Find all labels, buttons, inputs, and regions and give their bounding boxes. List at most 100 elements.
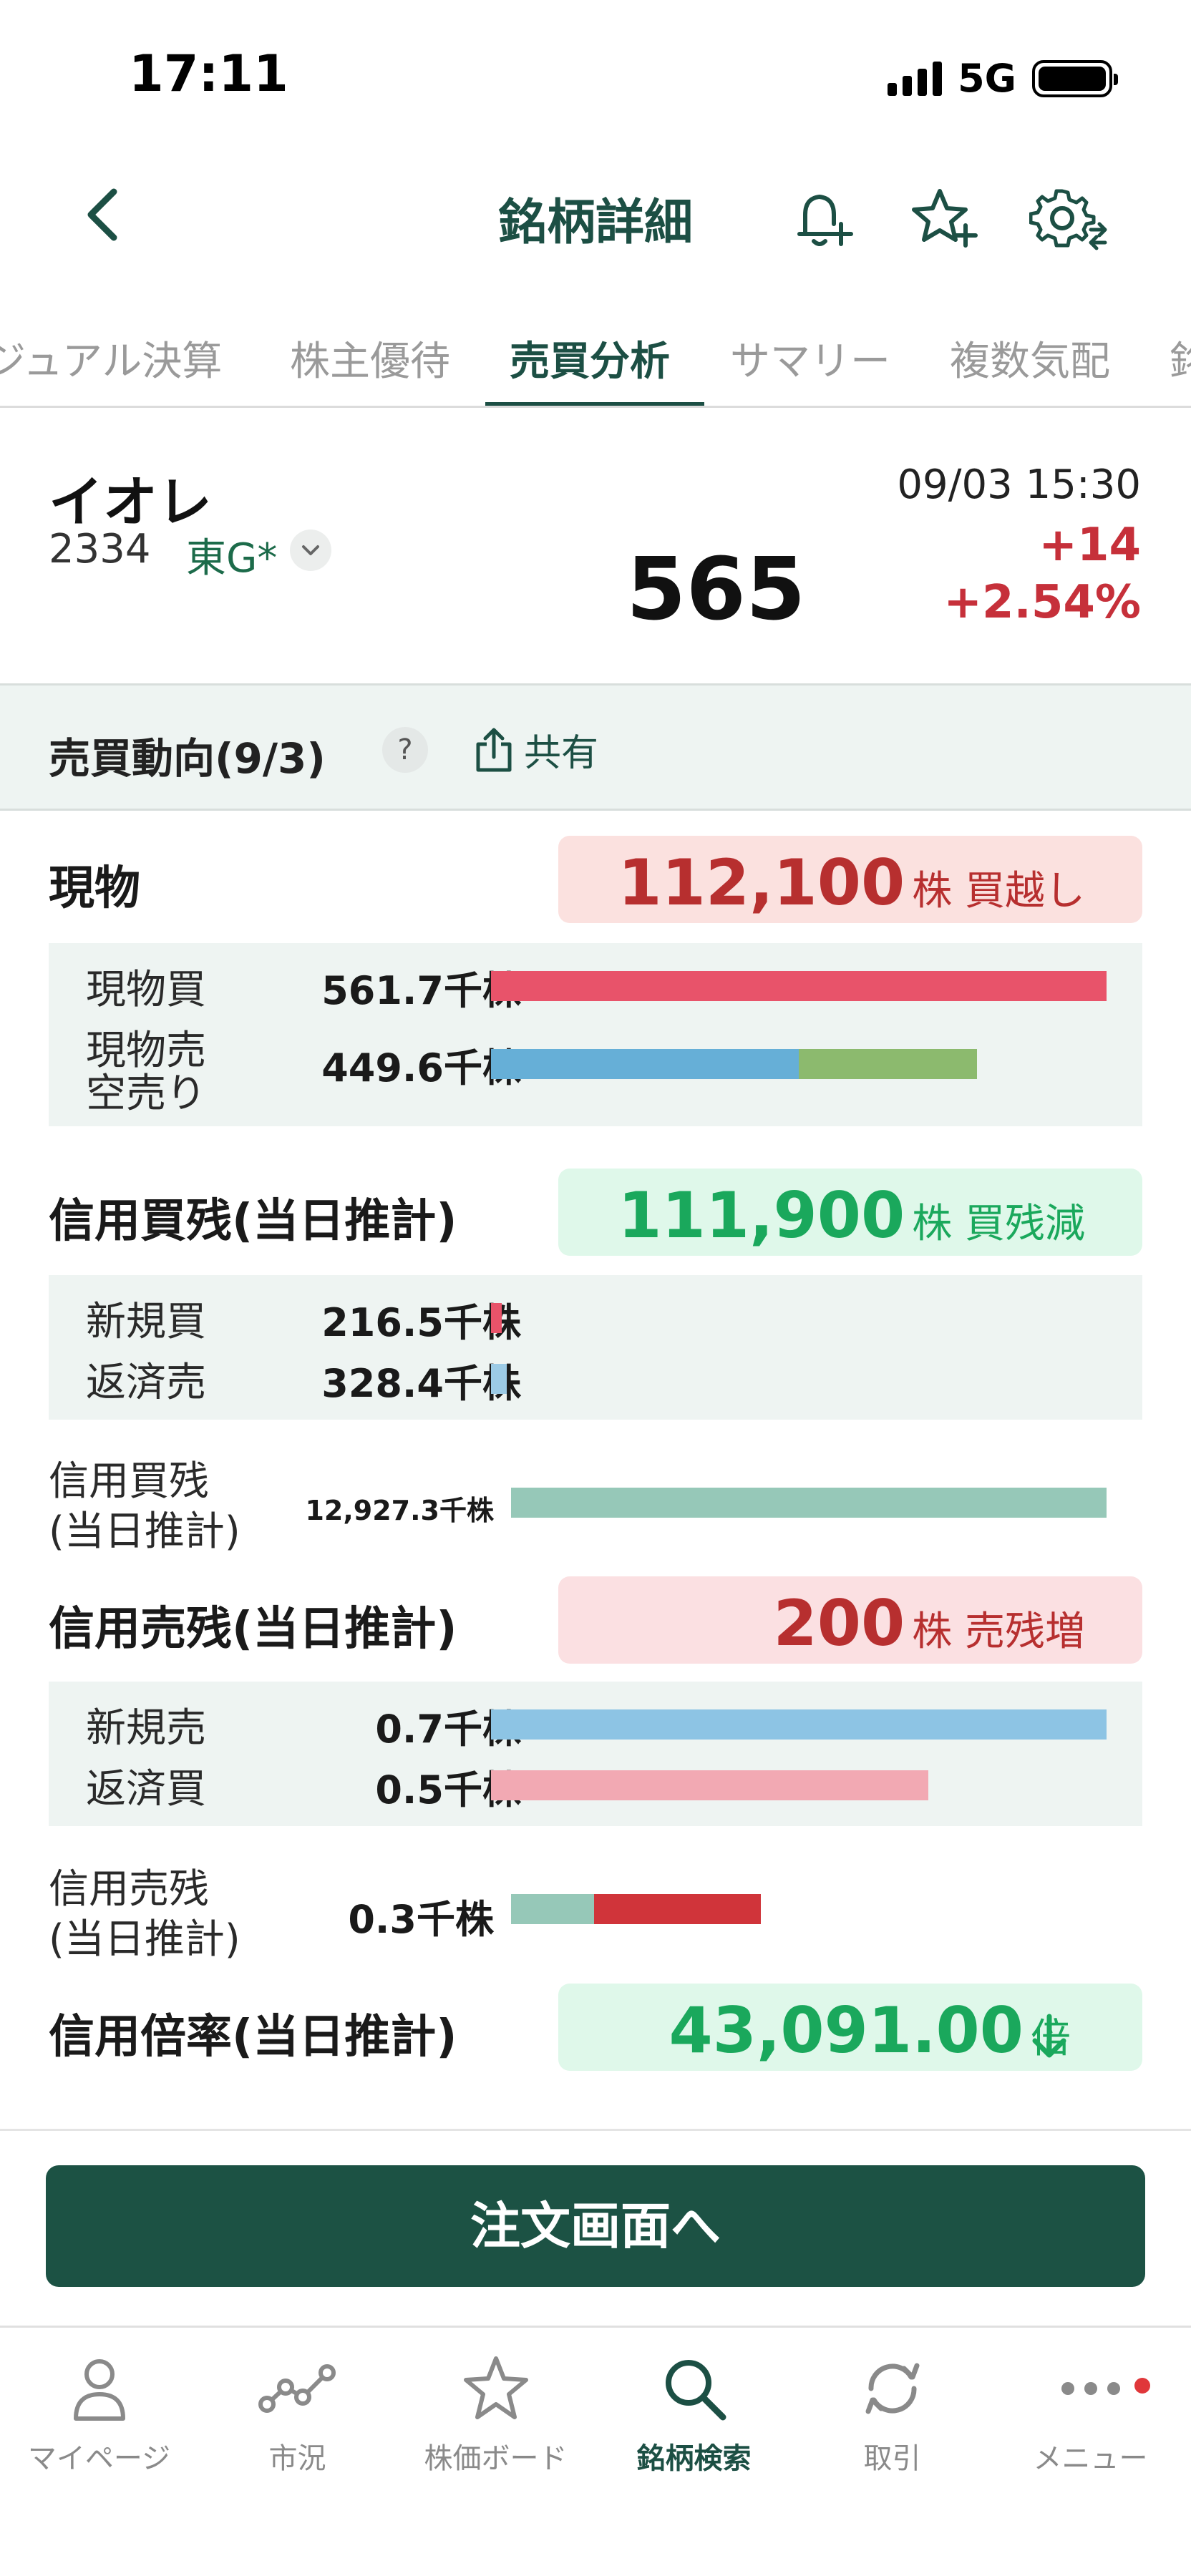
help-icon[interactable]: ? — [382, 727, 428, 773]
margin-sell-prev-balance-bar — [511, 1894, 594, 1924]
margin-new-sell-value: 0.7千株 — [375, 1707, 521, 1752]
stock-market[interactable]: 東G* — [186, 526, 277, 584]
spot-net-value: 112,100 — [618, 846, 905, 919]
arrow-down-icon — [1032, 2014, 1066, 2058]
nav-trade-label: 取引 — [863, 2442, 921, 2475]
stock-name: イオレ — [49, 470, 212, 534]
margin-buy-data-box: 新規買 216.5千株 返済売 328.4千株 — [49, 1275, 1142, 1420]
margin-repay-buy-label: 返済買 — [86, 1766, 206, 1813]
margin-sell-balance-label: 信用売残 — [49, 1866, 209, 1913]
margin-buy-balance-value: 12,927.3千株 — [305, 1495, 494, 1526]
notification-dot — [1134, 2378, 1150, 2394]
margin-buy-balance-label: 信用買残 — [49, 1458, 209, 1505]
spot-sell-bar — [491, 1049, 799, 1079]
margin-sell-balance-value: 0.3千株 — [348, 1897, 494, 1942]
nav-stock-search[interactable]: 銘柄検索 — [595, 2349, 793, 2477]
margin-repay-buy-bar — [491, 1770, 928, 1800]
margin-ratio-title: 信用倍率(当日推計) — [49, 2011, 457, 2064]
price-change: +14 — [1039, 519, 1141, 572]
tab-more[interactable]: 銘 — [1170, 329, 1191, 387]
alert-add-button[interactable] — [780, 179, 859, 258]
bell-plus-icon — [797, 194, 853, 246]
star-icon — [457, 2349, 535, 2428]
nav-stock-board[interactable]: 株価ボード — [397, 2349, 595, 2477]
person-icon — [60, 2349, 139, 2428]
nav-menu-label: メニュー — [1033, 2442, 1148, 2475]
nav-stock-search-label: 銘柄検索 — [636, 2442, 752, 2475]
chevron-down-icon — [302, 545, 319, 555]
bottom-nav: マイページ 市況 株価ボード 銘柄検索 取引 メニュー — [0, 2326, 1191, 2576]
spot-buy-value: 561.7千株 — [321, 968, 521, 1013]
nav-mypage-label: マイページ — [27, 2442, 171, 2475]
margin-new-buy-bar — [491, 1303, 502, 1333]
page-title: 銘柄詳細 — [0, 182, 1191, 253]
margin-sell-change-value: 200 — [773, 1586, 905, 1660]
nav-market[interactable]: 市況 — [198, 2349, 397, 2477]
margin-sell-data-box: 新規売 0.7千株 返済買 0.5千株 — [49, 1682, 1142, 1826]
margin-new-buy-value: 216.5千株 — [321, 1300, 521, 1345]
tab-trade-analysis[interactable]: 売買分析 — [510, 329, 670, 387]
market-select-button[interactable] — [290, 530, 331, 571]
status-bar: 17:11 5G — [0, 0, 1191, 143]
order-area: 注文画面へ — [0, 2129, 1191, 2326]
margin-buy-balance-sublabel: (当日推計) — [49, 1508, 240, 1555]
settings-button[interactable] — [1029, 179, 1108, 258]
margin-ratio-value: 43,091.00 — [669, 1994, 1024, 2067]
nav-market-label: 市況 — [268, 2442, 326, 2475]
quote-datetime: 09/03 15:30 — [897, 462, 1141, 508]
margin-new-sell-label: 新規売 — [86, 1705, 206, 1752]
nav-mypage[interactable]: マイページ — [0, 2349, 198, 2477]
favorite-add-button[interactable] — [903, 179, 982, 258]
nav-trade[interactable]: 取引 — [793, 2349, 991, 2477]
margin-repay-sell-bar — [491, 1364, 507, 1394]
order-screen-button[interactable]: 注文画面へ — [46, 2165, 1145, 2287]
share-icon — [476, 728, 512, 771]
spot-net-badge: 112,100 株 買越し — [558, 836, 1142, 923]
section-title: 売買動向(9/3) — [49, 734, 326, 783]
status-time: 17:11 — [129, 44, 288, 103]
stock-price: 565 — [626, 540, 806, 640]
nav-menu[interactable]: メニュー — [991, 2349, 1190, 2477]
tab-shareholder-benefits[interactable]: 株主優待 — [290, 329, 450, 387]
spot-data-box: 現物買 561.7千株 現物売 空売り 449.6千株 — [49, 943, 1142, 1126]
margin-sell-balance-sublabel: (当日推計) — [49, 1916, 240, 1963]
more-dots-icon — [1051, 2349, 1130, 2428]
gear-icon — [1029, 189, 1107, 250]
margin-new-sell-bar — [491, 1709, 1107, 1740]
price-change-percent: +2.54% — [943, 576, 1141, 629]
margin-ratio-badge: 43,091.00 倍 — [558, 1984, 1142, 2071]
search-icon — [655, 2349, 734, 2428]
signal-icon — [888, 61, 943, 96]
margin-sell-change-unit: 株 売残増 — [912, 1609, 1085, 1655]
stock-info: イオレ 2334 東G* 565 09/03 15:30 +14 +2.54% — [0, 429, 1191, 669]
spot-sell-value: 449.6千株 — [321, 1045, 521, 1091]
margin-buy-change-unit: 株 買残減 — [912, 1201, 1085, 1247]
trade-trend-header: 売買動向(9/3) ? 共有 — [0, 683, 1191, 811]
tab-summary[interactable]: サマリー — [730, 329, 890, 387]
spot-title: 現物 — [49, 862, 140, 915]
tab-multi-quote[interactable]: 複数気配 — [950, 329, 1110, 387]
margin-repay-sell-label: 返済売 — [86, 1360, 206, 1406]
tab-visual-earnings[interactable]: ジュアル決算 — [0, 329, 222, 387]
stock-code: 2334 — [49, 526, 151, 572]
network-type: 5G — [958, 56, 1016, 101]
margin-repay-buy-value: 0.5千株 — [375, 1767, 521, 1813]
margin-sell-title: 信用売残(当日推計) — [49, 1603, 457, 1656]
star-plus-icon — [912, 189, 978, 248]
status-indicators: 5G — [888, 56, 1118, 101]
refresh-icon — [853, 2349, 932, 2428]
tab-bar: ジュアル決算 株主優待 売買分析 サマリー 複数気配 銘 — [0, 315, 1191, 408]
short-sell-label: 空売り — [86, 1070, 206, 1117]
active-tab-indicator — [485, 402, 704, 406]
page-title-text: 銘柄詳細 — [497, 195, 693, 251]
margin-buy-balance-bar — [511, 1488, 1107, 1518]
share-button[interactable]: 共有 — [474, 723, 598, 776]
margin-repay-sell-value: 328.4千株 — [321, 1361, 521, 1406]
spot-net-unit: 株 買越し — [912, 868, 1085, 914]
margin-buy-change-value: 111,900 — [618, 1179, 905, 1252]
margin-buy-title: 信用買残(当日推計) — [49, 1195, 457, 1248]
nav-header: 銘柄詳細 — [0, 154, 1191, 275]
short-sell-bar — [799, 1049, 977, 1079]
margin-buy-badge: 111,900 株 買残減 — [558, 1169, 1142, 1256]
share-label: 共有 — [524, 732, 599, 775]
